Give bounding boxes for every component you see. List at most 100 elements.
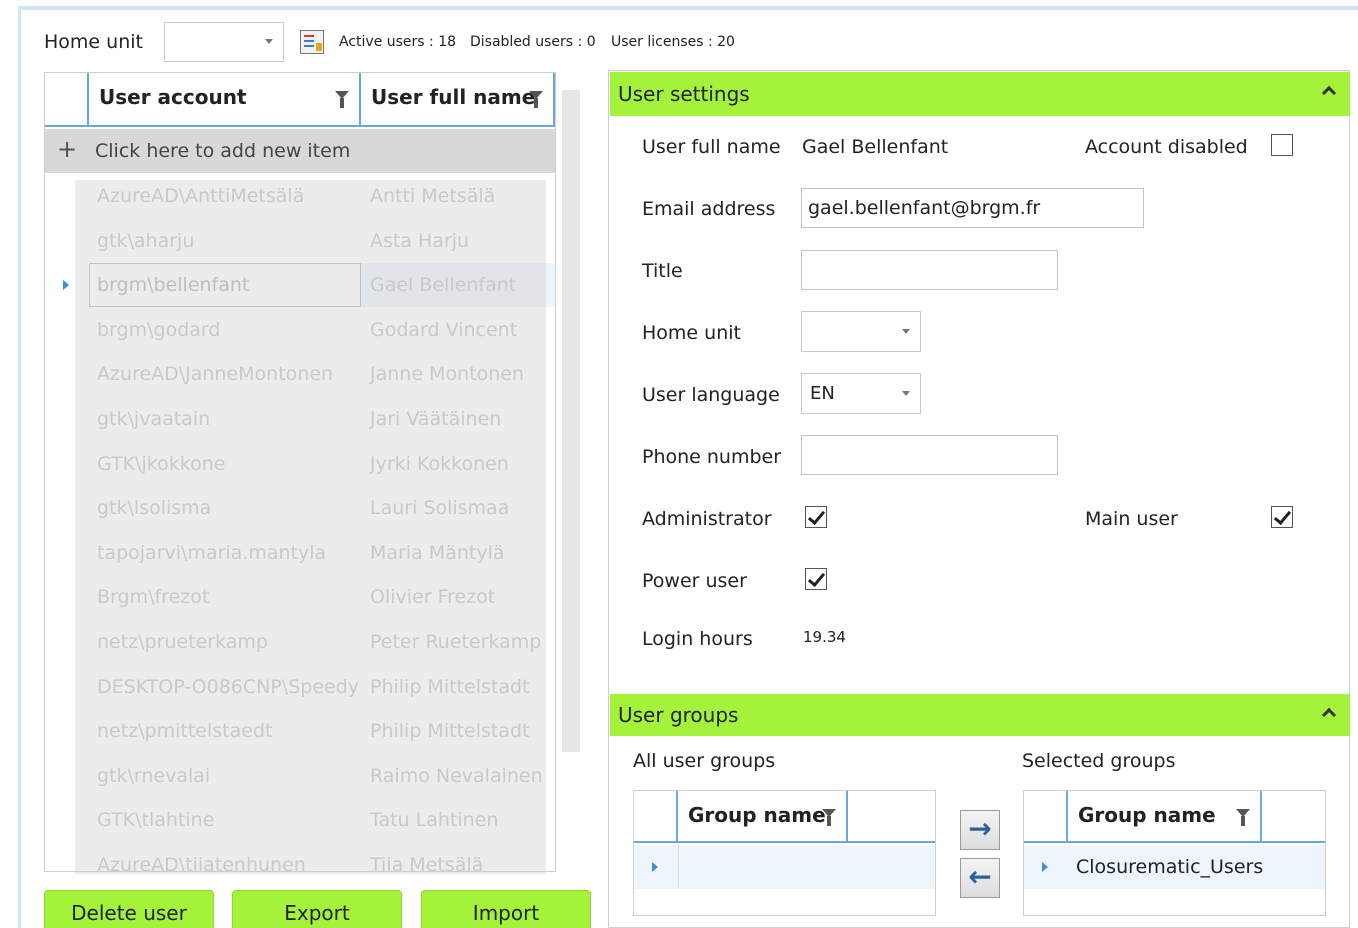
user-account-cell: AzureAD\AnttiMetsälä bbox=[97, 185, 305, 207]
title-field[interactable] bbox=[801, 250, 1058, 290]
table-row[interactable]: GTK\jkokkone Jyrki Kokkonen bbox=[45, 442, 555, 487]
table-row[interactable]: brgm\bellenfant Gael Bellenfant bbox=[45, 263, 555, 308]
all-groups-header: Group name bbox=[634, 791, 935, 843]
phone-label: Phone number bbox=[642, 446, 782, 468]
table-row[interactable]: AzureAD\AnttiMetsälä Antti Metsälä bbox=[45, 174, 555, 219]
filter-icon[interactable] bbox=[335, 91, 349, 108]
export-list-icon[interactable] bbox=[300, 30, 324, 54]
language-select-value: EN bbox=[810, 383, 835, 404]
user-account-cell: GTK\jkokkone bbox=[97, 452, 226, 475]
main-user-checkbox[interactable] bbox=[1271, 506, 1293, 528]
table-row[interactable]: AzureAD\tiiatenhunen Tiia Metsälä bbox=[45, 843, 555, 872]
selected-group-cell: Closurematic_Users bbox=[1076, 856, 1264, 878]
column-group-name[interactable]: Group name bbox=[1068, 791, 1262, 841]
table-row[interactable]: gtk\aharju Asta Harju bbox=[45, 219, 555, 264]
import-button[interactable]: Import bbox=[421, 890, 591, 928]
account-disabled-checkbox[interactable] bbox=[1271, 134, 1293, 156]
user-grid-header: User account User full name bbox=[45, 73, 555, 127]
column-user-full-name[interactable]: User full name bbox=[361, 73, 555, 125]
chevron-down-icon bbox=[902, 328, 910, 334]
user-settings-title: User settings bbox=[618, 82, 750, 106]
column-group-name-label: Group name bbox=[688, 803, 826, 827]
selected-groups-header: Group name bbox=[1024, 791, 1325, 843]
column-user-account-label: User account bbox=[99, 85, 247, 109]
row-indicator-icon bbox=[1042, 862, 1048, 872]
user-full-name-cell: Peter Rueterkamp bbox=[370, 631, 542, 653]
phone-field[interactable] bbox=[801, 435, 1058, 475]
language-select[interactable]: EN bbox=[801, 373, 921, 414]
user-settings-header[interactable]: User settings bbox=[610, 72, 1350, 116]
add-new-item-row[interactable]: + Click here to add new item bbox=[45, 129, 555, 173]
filter-icon[interactable] bbox=[529, 91, 543, 108]
column-user-account[interactable]: User account bbox=[89, 73, 361, 125]
main-user-label: Main user bbox=[1085, 508, 1178, 530]
user-account-cell: tapojarvi\maria.mantyla bbox=[97, 541, 327, 564]
user-full-name-cell: Godard Vincent bbox=[370, 318, 518, 341]
user-full-name-cell: Raimo Nevalainen bbox=[370, 764, 543, 787]
table-row[interactable]: gtk\rnevalai Raimo Nevalainen bbox=[45, 754, 555, 799]
table-row[interactable]: Brgm\frezot Olivier Frezot bbox=[45, 575, 555, 620]
user-full-name-cell: Janne Montonen bbox=[370, 363, 524, 386]
row-indicator-icon bbox=[652, 862, 658, 872]
table-row[interactable]: gtk\jvaatain Jari Väätäinen bbox=[45, 397, 555, 442]
row-header-corner bbox=[1024, 791, 1068, 841]
user-grid: User account User full name + Click here… bbox=[44, 72, 556, 872]
add-group-arrow-button[interactable]: → bbox=[960, 810, 1000, 850]
column-group-name[interactable]: Group name bbox=[678, 791, 848, 841]
selected-groups-grid: Group name Closurematic_Users bbox=[1023, 790, 1326, 916]
window-top-border bbox=[18, 6, 1358, 10]
login-hours-value: 19.34 bbox=[803, 628, 846, 646]
account-disabled-label: Account disabled bbox=[1085, 136, 1248, 158]
delete-user-button[interactable]: Delete user bbox=[44, 890, 214, 928]
user-account-cell: AzureAD\tiiatenhunen bbox=[97, 854, 306, 872]
selected-groups-row[interactable]: Closurematic_Users bbox=[1024, 845, 1325, 889]
power-user-label: Power user bbox=[642, 570, 747, 592]
user-grid-scrollbar[interactable] bbox=[562, 90, 580, 752]
administrator-checkbox[interactable] bbox=[805, 506, 827, 528]
user-groups-header[interactable]: User groups bbox=[610, 694, 1350, 736]
language-label: User language bbox=[642, 384, 780, 406]
remove-group-arrow-button[interactable]: ← bbox=[960, 858, 1000, 898]
chevron-down-icon bbox=[902, 390, 910, 396]
user-account-cell: gtk\rnevalai bbox=[97, 764, 211, 787]
chevron-down-icon bbox=[265, 39, 273, 44]
table-row[interactable]: DESKTOP-O086CNP\Speedy Philip Mittelstadt bbox=[45, 665, 555, 710]
column-group-name-label: Group name bbox=[1078, 803, 1216, 827]
user-full-name-cell: Philip Mittelstadt bbox=[370, 675, 530, 698]
table-row[interactable]: brgm\godard Godard Vincent bbox=[45, 308, 555, 353]
login-hours-label: Login hours bbox=[642, 628, 753, 650]
row-indicator-icon bbox=[63, 280, 69, 291]
table-row[interactable]: gtk\lsolisma Lauri Solismaa bbox=[45, 486, 555, 531]
plus-icon: + bbox=[57, 135, 78, 163]
user-account-cell: netz\prueterkamp bbox=[97, 631, 268, 653]
user-groups-title: User groups bbox=[618, 703, 739, 727]
add-new-item-label: Click here to add new item bbox=[95, 140, 351, 162]
user-full-name-cell: Antti Metsälä bbox=[370, 185, 496, 207]
user-account-cell: DESKTOP-O086CNP\Speedy bbox=[97, 675, 360, 698]
all-user-groups-label: All user groups bbox=[633, 750, 776, 772]
settings-home-unit-select[interactable] bbox=[801, 311, 921, 352]
collapse-icon[interactable] bbox=[1321, 85, 1337, 101]
filter-icon[interactable] bbox=[1236, 809, 1250, 826]
all-groups-grid: Group name bbox=[633, 790, 936, 916]
table-row[interactable]: GTK\tlahtine Tatu Lahtinen bbox=[45, 798, 555, 843]
home-unit-select[interactable] bbox=[164, 22, 284, 62]
all-groups-row[interactable] bbox=[634, 845, 935, 889]
user-full-name-cell: Jyrki Kokkonen bbox=[370, 452, 509, 475]
user-full-name-cell: Philip Mittelstadt bbox=[370, 720, 530, 743]
export-button[interactable]: Export bbox=[232, 890, 402, 928]
email-label: Email address bbox=[642, 198, 776, 220]
collapse-icon[interactable] bbox=[1321, 707, 1337, 723]
power-user-checkbox[interactable] bbox=[805, 568, 827, 590]
table-row[interactable]: netz\prueterkamp Peter Rueterkamp bbox=[45, 620, 555, 665]
user-account-cell: gtk\jvaatain bbox=[97, 408, 211, 430]
email-field[interactable]: gael.bellenfant@brgm.fr bbox=[801, 188, 1144, 228]
full-name-label: User full name bbox=[642, 136, 781, 158]
table-row[interactable]: tapojarvi\maria.mantyla Maria Mäntylä bbox=[45, 531, 555, 576]
table-row[interactable]: AzureAD\JanneMontonen Janne Montonen bbox=[45, 352, 555, 397]
filter-icon[interactable] bbox=[822, 809, 836, 826]
table-row[interactable]: netz\pmittelstaedt Philip Mittelstadt bbox=[45, 709, 555, 754]
row-header-corner bbox=[634, 791, 678, 841]
user-account-cell: GTK\tlahtine bbox=[97, 809, 215, 832]
user-full-name-cell: Tiia Metsälä bbox=[370, 854, 484, 872]
